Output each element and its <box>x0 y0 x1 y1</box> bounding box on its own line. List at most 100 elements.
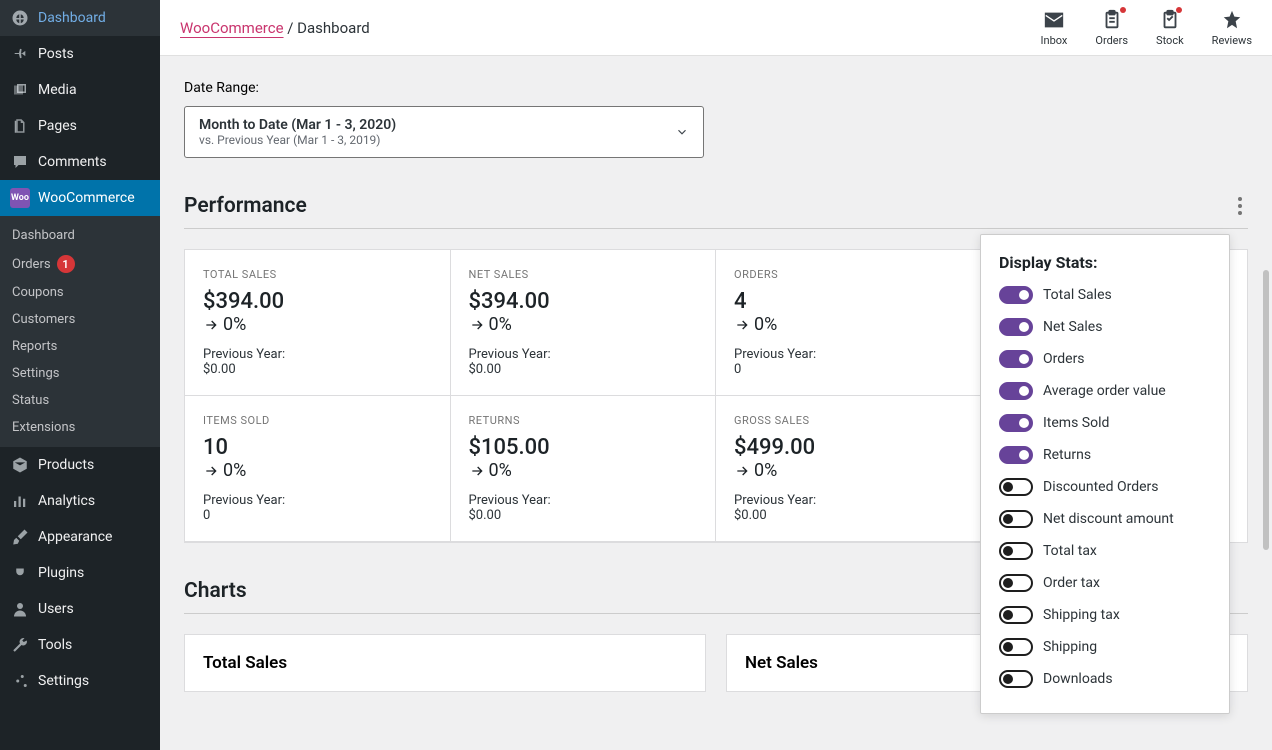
sidebar-item-label: Comments <box>38 154 107 170</box>
perf-prev-label: Previous Year: <box>469 347 698 362</box>
toggle-switch[interactable] <box>999 606 1033 624</box>
toggle-switch[interactable] <box>999 446 1033 464</box>
perf-prev-label: Previous Year: <box>469 493 698 508</box>
sidebar-subitem-status[interactable]: Status <box>0 387 160 414</box>
scrollbar[interactable] <box>1256 270 1272 750</box>
arrow-icon <box>469 317 485 333</box>
breadcrumb: WooCommerce / Dashboard <box>180 19 370 37</box>
sidebar-subitem-reports[interactable]: Reports <box>0 333 160 360</box>
toggle-switch[interactable] <box>999 286 1033 304</box>
toggle-label: Total tax <box>1043 543 1097 559</box>
toggle-net-sales[interactable]: Net Sales <box>999 318 1211 336</box>
topicon-reviews[interactable]: Reviews <box>1212 9 1252 47</box>
toggle-switch[interactable] <box>999 574 1033 592</box>
sidebar-item-analytics[interactable]: Analytics <box>0 483 160 519</box>
topicon-stock[interactable]: Stock <box>1156 9 1184 47</box>
sidebar-item-appearance[interactable]: Appearance <box>0 519 160 555</box>
sidebar-item-settings[interactable]: Settings <box>0 663 160 699</box>
sidebar-item-users[interactable]: Users <box>0 591 160 627</box>
perf-prev-label: Previous Year: <box>734 493 963 508</box>
chart-card[interactable]: Total Sales <box>184 634 706 692</box>
sidebar-item-comments[interactable]: Comments <box>0 144 160 180</box>
sidebar-item-products[interactable]: Products <box>0 447 160 483</box>
sidebar-subitem-coupons[interactable]: Coupons <box>0 279 160 306</box>
sidebar-item-plugins[interactable]: Plugins <box>0 555 160 591</box>
admin-sidebar: DashboardPostsMediaPagesComments Woo Woo… <box>0 0 160 750</box>
perf-label: TOTAL SALES <box>203 268 432 281</box>
toggle-total-tax[interactable]: Total tax <box>999 542 1211 560</box>
sidebar-item-woocommerce[interactable]: Woo WooCommerce <box>0 180 160 216</box>
toggle-switch[interactable] <box>999 638 1033 656</box>
perf-label: NET SALES <box>469 268 698 281</box>
perf-cell[interactable]: ITEMS SOLD100%Previous Year:0 <box>185 396 451 542</box>
user-icon <box>10 599 30 619</box>
date-range-selector[interactable]: Month to Date (Mar 1 - 3, 2020) vs. Prev… <box>184 106 704 158</box>
topicon-label: Reviews <box>1212 34 1252 47</box>
sidebar-item-media[interactable]: Media <box>0 72 160 108</box>
perf-label: ITEMS SOLD <box>203 414 432 427</box>
toggle-downloads[interactable]: Downloads <box>999 670 1211 688</box>
toggle-shipping-tax[interactable]: Shipping tax <box>999 606 1211 624</box>
sidebar-item-label: Pages <box>38 118 77 134</box>
toggle-switch[interactable] <box>999 414 1033 432</box>
perf-prev-value: 0 <box>734 362 963 377</box>
topicon-orders[interactable]: Orders <box>1095 9 1128 47</box>
toggle-net-discount-amount[interactable]: Net discount amount <box>999 510 1211 528</box>
toggle-label: Orders <box>1043 351 1085 367</box>
sidebar-subitem-label: Extensions <box>12 420 75 435</box>
sidebar-subitem-label: Coupons <box>12 285 64 300</box>
toggle-switch[interactable] <box>999 350 1033 368</box>
toggle-order-tax[interactable]: Order tax <box>999 574 1211 592</box>
woocommerce-icon: Woo <box>10 188 30 208</box>
perf-cell[interactable]: ORDERS40%Previous Year:0 <box>716 250 982 396</box>
toggle-switch[interactable] <box>999 318 1033 336</box>
toggle-items-sold[interactable]: Items Sold <box>999 414 1211 432</box>
perf-cell[interactable]: GROSS SALES$499.000%Previous Year:$0.00 <box>716 396 982 542</box>
mail-icon <box>1043 9 1065 31</box>
perf-cell[interactable]: RETURNS$105.000%Previous Year:$0.00 <box>451 396 717 542</box>
perf-prev-value: $0.00 <box>203 362 432 377</box>
toggle-returns[interactable]: Returns <box>999 446 1211 464</box>
popover-title: Display Stats: <box>999 253 1211 272</box>
perf-prev-label: Previous Year: <box>203 493 432 508</box>
performance-menu-button[interactable] <box>1232 197 1248 215</box>
perf-label: ORDERS <box>734 268 963 281</box>
toggle-switch[interactable] <box>999 382 1033 400</box>
perf-prev-label: Previous Year: <box>734 347 963 362</box>
sidebar-subitem-settings[interactable]: Settings <box>0 360 160 387</box>
sidebar-item-tools[interactable]: Tools <box>0 627 160 663</box>
arrow-icon <box>469 463 485 479</box>
toggle-orders[interactable]: Orders <box>999 350 1211 368</box>
sidebar-item-label: Media <box>38 82 77 98</box>
toggle-average-order-value[interactable]: Average order value <box>999 382 1211 400</box>
toggle-switch[interactable] <box>999 670 1033 688</box>
perf-cell[interactable]: NET SALES$394.000%Previous Year:$0.00 <box>451 250 717 396</box>
toggle-label: Returns <box>1043 447 1091 463</box>
main-content: Date Range: Month to Date (Mar 1 - 3, 20… <box>160 56 1272 750</box>
sidebar-item-posts[interactable]: Posts <box>0 36 160 72</box>
sidebar-subitem-extensions[interactable]: Extensions <box>0 414 160 441</box>
brush-icon <box>10 527 30 547</box>
sidebar-subitem-orders[interactable]: Orders1 <box>0 249 160 279</box>
toggle-switch[interactable] <box>999 478 1033 496</box>
toggle-switch[interactable] <box>999 542 1033 560</box>
sidebar-subitem-label: Dashboard <box>12 228 75 243</box>
perf-label: RETURNS <box>469 414 698 427</box>
scrollbar-thumb[interactable] <box>1263 270 1269 550</box>
toggle-discounted-orders[interactable]: Discounted Orders <box>999 478 1211 496</box>
toggle-shipping[interactable]: Shipping <box>999 638 1211 656</box>
sidebar-item-dashboard[interactable]: Dashboard <box>0 0 160 36</box>
breadcrumb-parent[interactable]: WooCommerce <box>180 19 284 37</box>
toggle-total-sales[interactable]: Total Sales <box>999 286 1211 304</box>
media-icon <box>10 80 30 100</box>
section-title: Charts <box>184 579 247 603</box>
sidebar-subitem-dashboard[interactable]: Dashboard <box>0 222 160 249</box>
perf-delta: 0% <box>734 314 963 335</box>
topicon-inbox[interactable]: Inbox <box>1041 9 1068 47</box>
perf-label: GROSS SALES <box>734 414 963 427</box>
sidebar-subitem-customers[interactable]: Customers <box>0 306 160 333</box>
sidebar-item-pages[interactable]: Pages <box>0 108 160 144</box>
breadcrumb-current: Dashboard <box>297 19 370 37</box>
toggle-switch[interactable] <box>999 510 1033 528</box>
perf-cell[interactable]: TOTAL SALES$394.000%Previous Year:$0.00 <box>185 250 451 396</box>
